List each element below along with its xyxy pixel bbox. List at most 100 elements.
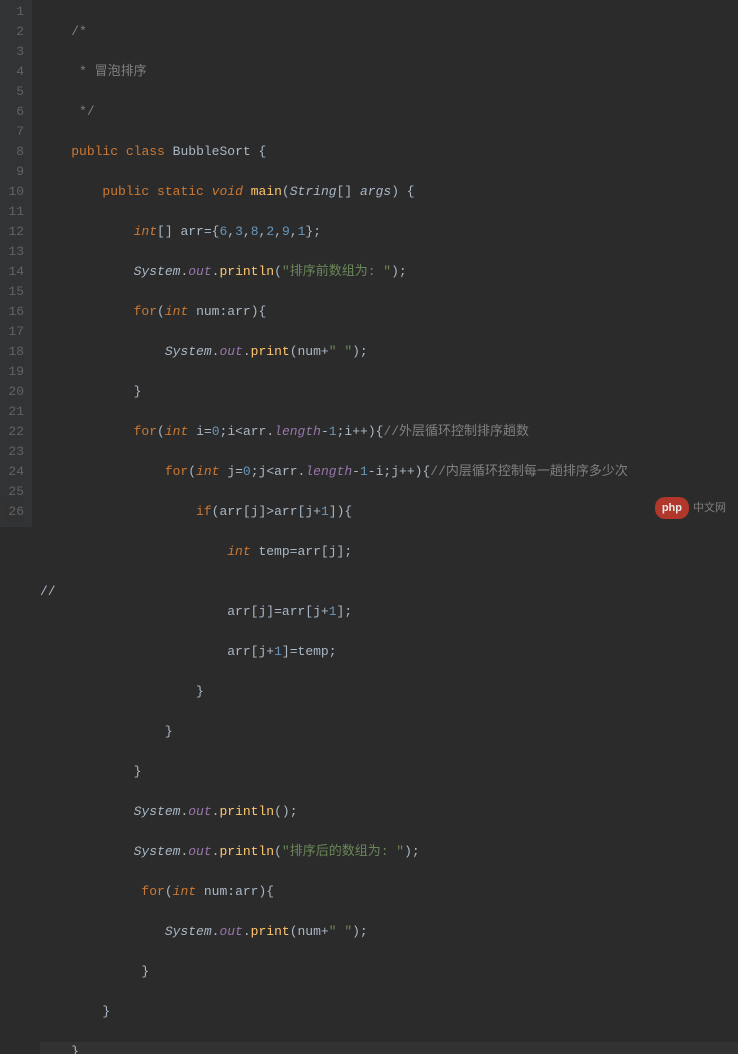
bracket: ]; [337,544,353,559]
function: println [219,804,274,819]
string: "排序后的数组为: " [282,844,404,859]
brace: { [251,144,267,159]
code-line: } [40,682,738,702]
line-number: 8 [4,142,24,162]
type: int [227,544,250,559]
op: ++ [399,464,415,479]
var: j [313,604,321,619]
var: num [298,344,321,359]
var: arr [227,604,250,619]
paren: ); [282,804,298,819]
function: println [219,844,274,859]
paren: ) [258,884,266,899]
brace: { [344,504,352,519]
type: int [134,224,157,239]
dot: . [180,804,188,819]
var: arr [227,644,250,659]
paren: ( [274,844,282,859]
code-line: int[] arr={6,3,8,2,9,1}; [40,222,738,242]
var: j [391,464,399,479]
line-number: 18 [4,342,24,362]
brackets: [] [157,224,173,239]
comma: , [243,224,251,239]
function: print [251,344,290,359]
field: out [188,844,211,859]
var: num [204,884,227,899]
code-line: System.out.println("排序前数组为: "); [40,262,738,282]
paren: ( [165,884,173,899]
watermark-badge: php [655,497,689,519]
string: "排序前数组为: " [282,264,391,279]
op: < [235,424,243,439]
brace: } [141,964,149,979]
paren: ( [274,264,282,279]
code-line: for(int num:arr){ [40,882,738,902]
type: int [196,464,219,479]
object: System [165,924,212,939]
var: arr [243,424,266,439]
op: + [321,604,329,619]
line-number: 20 [4,382,24,402]
watermark-text: 中文网 [693,498,726,518]
var: i [227,424,235,439]
op: = [274,604,282,619]
var: j [258,644,266,659]
code-editor: 1 2 3 4 5 6 7 8 9 10 11 12 13 14 15 16 1… [0,0,738,527]
code-line: } [40,962,738,982]
code-area[interactable]: /* * 冒泡排序 */ public class BubbleSort { p… [32,0,738,527]
keyword: if [196,504,212,519]
code-line: arr[j+1]=temp; [40,642,738,662]
op: + [321,344,329,359]
op: = [204,224,212,239]
line-number: 15 [4,282,24,302]
comment: /* [71,24,87,39]
keyword: public [71,144,118,159]
op: - [352,464,360,479]
paren: ( [290,924,298,939]
field: out [219,924,242,939]
var: arr [274,464,297,479]
line-number: 10 [4,182,24,202]
type: int [165,424,188,439]
var: arr [227,304,250,319]
paren: ( [157,304,165,319]
number: 1 [274,644,282,659]
param: args [360,184,391,199]
op: ++ [352,424,368,439]
line-number: 5 [4,82,24,102]
line-number: 7 [4,122,24,142]
line-number: 13 [4,242,24,262]
watermark: php 中文网 [655,497,726,519]
number: 0 [212,424,220,439]
code-line: System.out.print(num+" "); [40,342,738,362]
keyword: for [134,424,157,439]
line-number: 3 [4,42,24,62]
code-line: } [40,1002,738,1022]
paren: ); [352,344,368,359]
op: = [235,464,243,479]
bracket: ] [282,644,290,659]
line-number: 26 [4,502,24,522]
comment: //内层循环控制每一趟排序多少次 [430,464,628,479]
line-number: 12 [4,222,24,242]
op: - [368,464,376,479]
field: out [188,804,211,819]
class-name: BubbleSort [173,144,251,159]
semi: ; [329,644,337,659]
brace: } [134,384,142,399]
type: int [173,884,196,899]
code-line: System.out.println("排序后的数组为: "); [40,842,738,862]
paren: ) [251,304,259,319]
bracket: ]; [337,604,353,619]
brace: { [399,184,415,199]
code-line: int temp=arr[j]; [40,542,738,562]
code-line: for(int j=0;j<arr.length-1-i;j++){//内层循环… [40,462,738,482]
dot: . [243,344,251,359]
line-number: 22 [4,422,24,442]
bracket: [ [305,604,313,619]
field: out [219,344,242,359]
bracket: [ [243,504,251,519]
number: 1 [321,504,329,519]
op: + [313,504,321,519]
paren: ); [352,924,368,939]
